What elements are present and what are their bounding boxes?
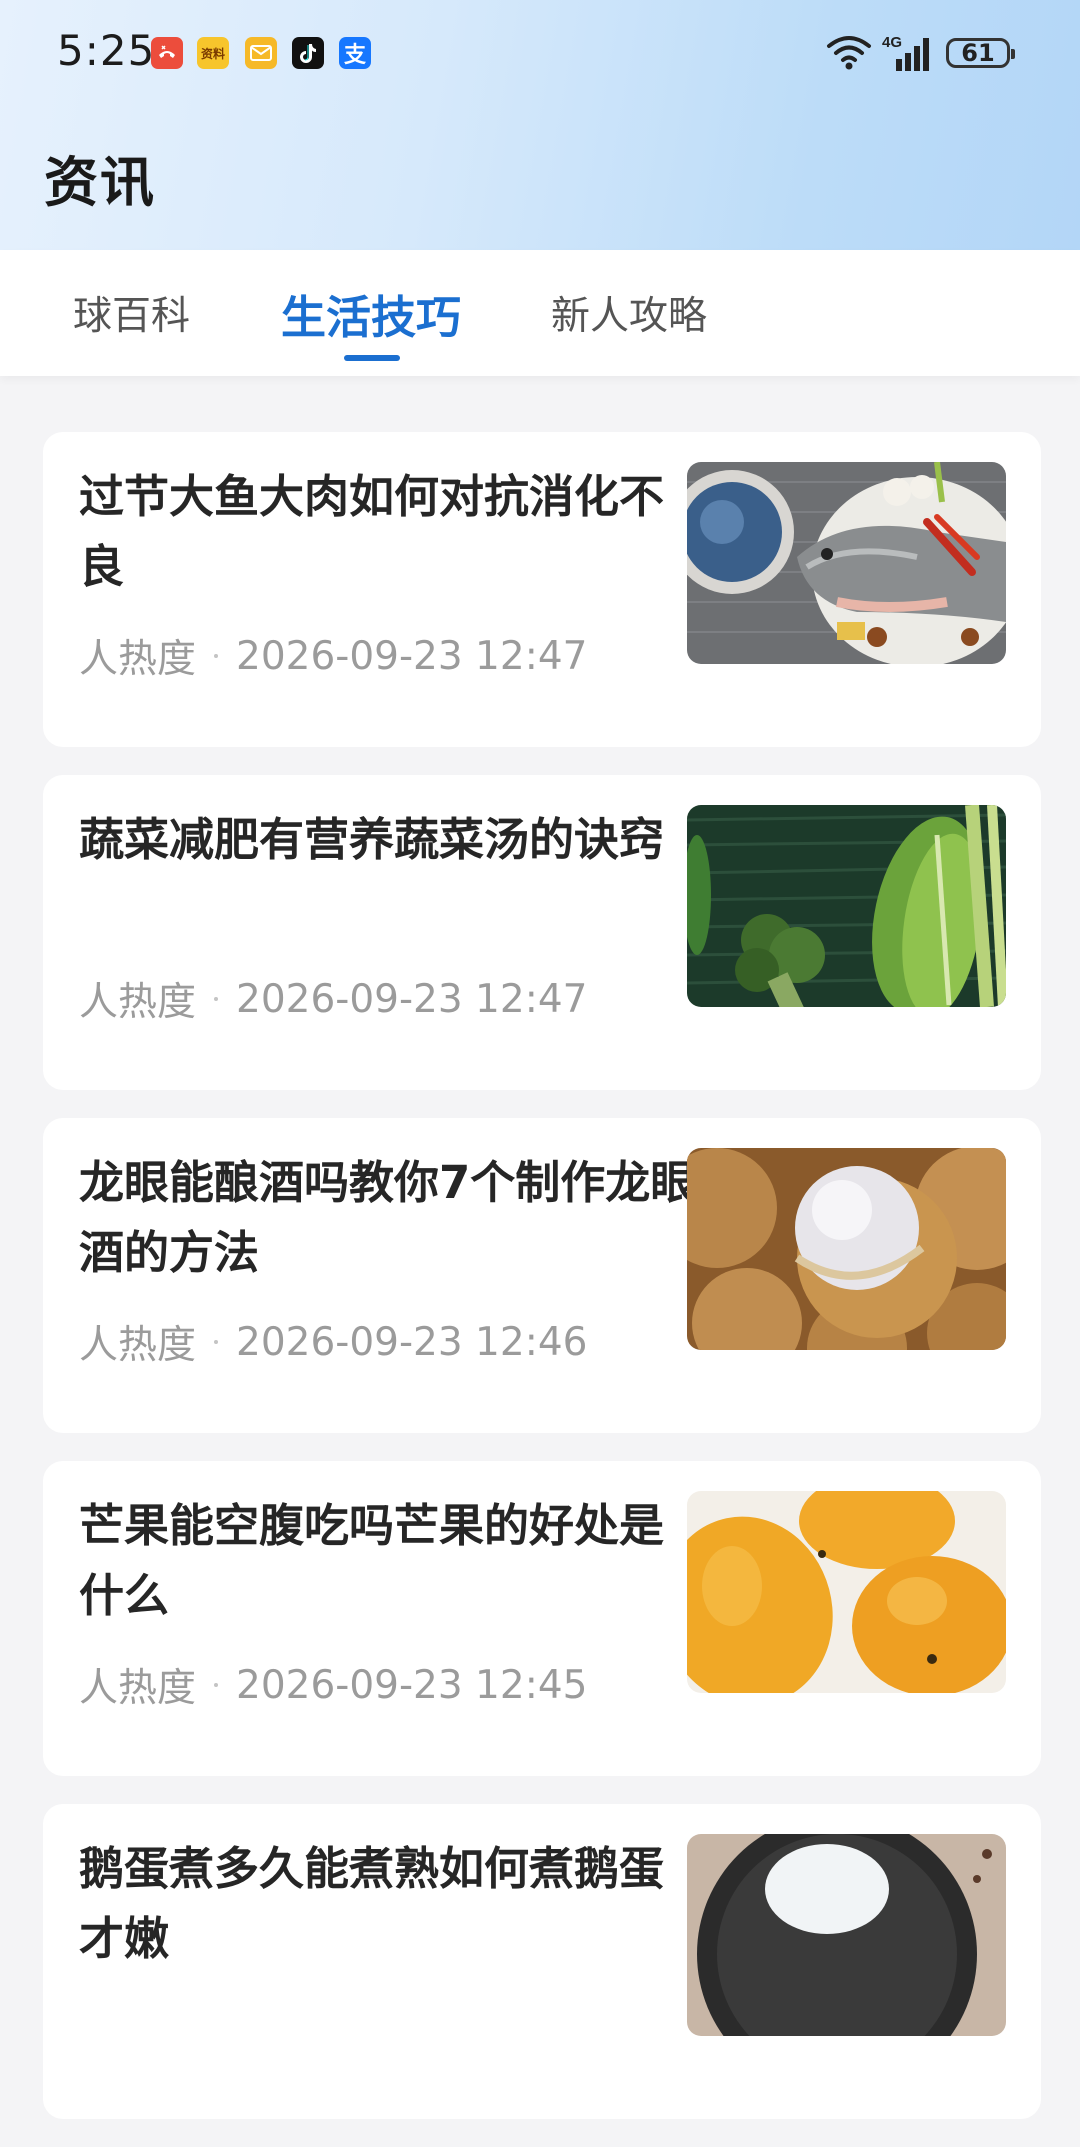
article-card[interactable]: 龙眼能酿酒吗教你7个制作龙眼酒的方法 人热度 2026-09-23 12:46	[43, 1118, 1041, 1433]
page-title: 资讯	[44, 151, 156, 214]
article-title: 过节大鱼大肉如何对抗消化不良	[79, 470, 665, 593]
fish-dish-image[interactable]	[687, 462, 1006, 664]
article-meta: 人热度 2026-09-23 12:46	[79, 1314, 587, 1370]
meta-separator-dot	[214, 1340, 219, 1344]
status-time: 5:25	[57, 26, 156, 75]
article-title: 鹅蛋煮多久能煮熟如何煮鹅蛋才嫩	[79, 1842, 665, 1965]
meta-separator-dot	[214, 654, 219, 658]
article-title: 蔬菜减肥有营养蔬菜汤的诀窍	[79, 813, 665, 866]
meta-separator-dot	[214, 997, 219, 1001]
alipay-icon: 支	[339, 37, 371, 69]
missed-call-icon	[151, 37, 183, 69]
tab-newcomer-guide[interactable]: 新人攻略	[551, 250, 707, 376]
article-meta: 人热度 2026-09-23 12:45	[79, 1657, 587, 1713]
status-bar: 5:25 资料 支 4G 61	[0, 0, 1080, 106]
battery-icon: 61	[946, 38, 1015, 68]
article-source: 人热度	[79, 1323, 197, 1368]
vegetables-image[interactable]	[687, 805, 1006, 1007]
active-tab-indicator	[344, 355, 400, 361]
article-card[interactable]: 芒果能空腹吃吗芒果的好处是什么 人热度 2026-09-23 12:45	[43, 1461, 1041, 1776]
tab-ball-encyclopedia[interactable]: 球百科	[73, 250, 190, 376]
article-time: 2026-09-23 12:47	[236, 633, 588, 679]
tiktok-icon	[292, 37, 324, 69]
article-time: 2026-09-23 12:45	[236, 1662, 588, 1708]
meta-separator-dot	[214, 1683, 219, 1687]
article-card[interactable]: 蔬菜减肥有营养蔬菜汤的诀窍 人热度 2026-09-23 12:47	[43, 775, 1041, 1090]
article-meta: 人热度 2026-09-23 12:47	[79, 628, 587, 684]
goose-egg-image[interactable]	[687, 1834, 1006, 2036]
article-source: 人热度	[79, 980, 197, 1025]
news-app-icon: 资料	[197, 37, 229, 69]
mango-image[interactable]	[687, 1491, 1006, 1693]
tab-bar: 球百科 生活技巧 新人攻略	[0, 250, 1080, 376]
longan-image[interactable]	[687, 1148, 1006, 1350]
article-title: 芒果能空腹吃吗芒果的好处是什么	[79, 1499, 665, 1622]
article-source: 人热度	[79, 1666, 197, 1711]
cellular-signal-icon: 4G	[882, 32, 936, 76]
article-title: 龙眼能酿酒吗教你7个制作龙眼酒的方法	[79, 1156, 696, 1279]
article-meta: 人热度 2026-09-23 12:47	[79, 971, 587, 1027]
article-list: 过节大鱼大肉如何对抗消化不良 人热度 2026-09-23 12:47 蔬菜减肥…	[43, 432, 1041, 2147]
article-card[interactable]: 鹅蛋煮多久能煮熟如何煮鹅蛋才嫩	[43, 1804, 1041, 2119]
article-time: 2026-09-23 12:47	[236, 976, 588, 1022]
svg-text:4G: 4G	[882, 34, 902, 51]
wifi-icon	[826, 34, 872, 74]
article-card[interactable]: 过节大鱼大肉如何对抗消化不良 人热度 2026-09-23 12:47	[43, 432, 1041, 747]
article-time: 2026-09-23 12:46	[236, 1319, 588, 1365]
article-source: 人热度	[79, 637, 197, 682]
mail-icon	[245, 37, 277, 69]
